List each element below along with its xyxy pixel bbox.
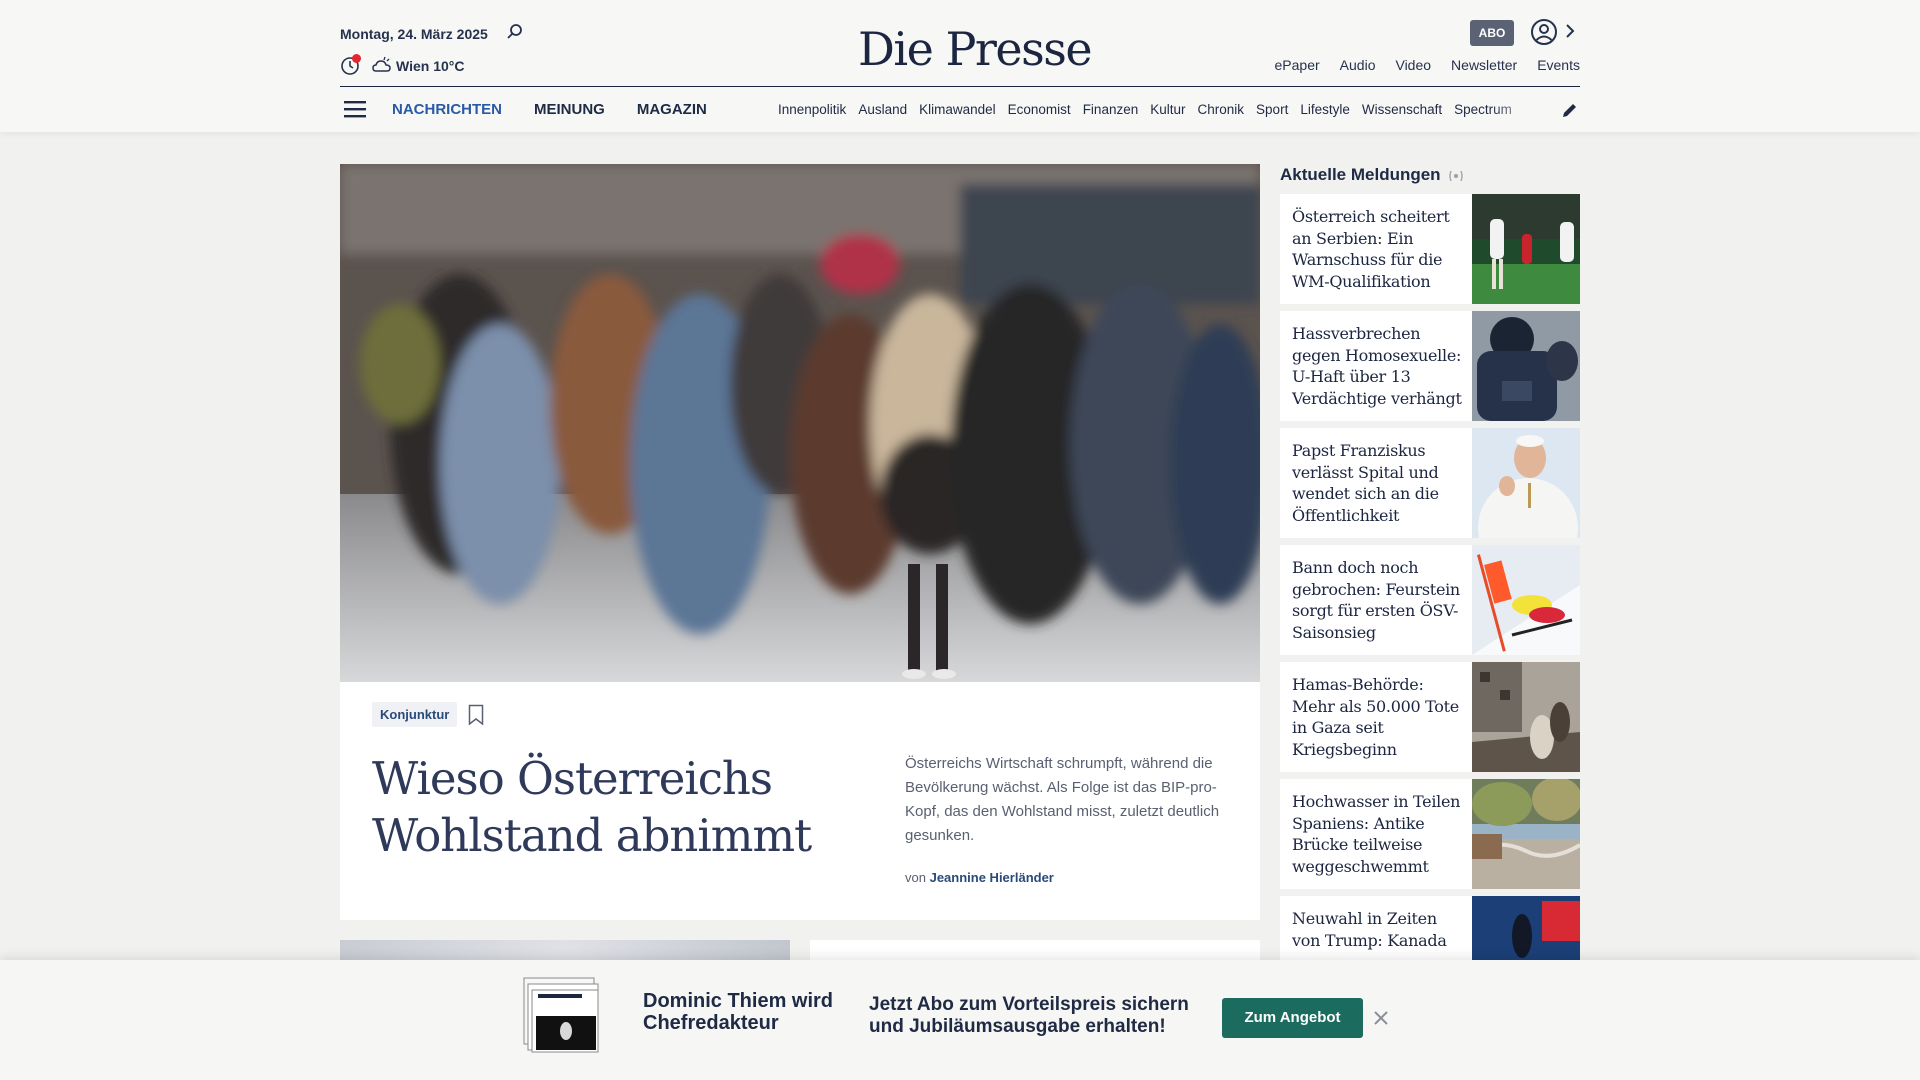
nav-kultur[interactable]: Kultur bbox=[1150, 102, 1185, 117]
news-item[interactable]: Papst Franziskus verlässt Spital und wen… bbox=[1280, 428, 1580, 538]
police-photo bbox=[1472, 311, 1580, 421]
byline: von Jeannine Hierländer bbox=[905, 870, 1054, 885]
current-date: Montag, 24. März 2025 bbox=[340, 26, 488, 42]
sub-navigation: Innenpolitik Ausland Klimawandel Economi… bbox=[778, 102, 1540, 117]
nav-finanzen[interactable]: Finanzen bbox=[1083, 102, 1139, 117]
news-headline[interactable]: Hochwasser in Teilen Spaniens: Antike Br… bbox=[1292, 791, 1468, 877]
nav-innenpolitik[interactable]: Innenpolitik bbox=[778, 102, 846, 117]
banner-offer-text: Jetzt Abo zum Vorteilspreis sichern und … bbox=[869, 994, 1189, 1037]
link-epaper[interactable]: ePaper bbox=[1275, 57, 1320, 73]
nav-economist[interactable]: Economist bbox=[1008, 102, 1071, 117]
search-icon[interactable] bbox=[506, 23, 524, 41]
link-events[interactable]: Events bbox=[1537, 57, 1580, 73]
hero-image[interactable] bbox=[340, 164, 1260, 682]
hero-headline[interactable]: Wieso Österreichs Wohlstand abnimmt bbox=[372, 750, 832, 864]
user-account-icon[interactable] bbox=[1530, 18, 1558, 46]
news-item[interactable]: Bann doch noch gebrochen: Feurstein sorg… bbox=[1280, 545, 1580, 655]
close-icon[interactable] bbox=[1373, 1010, 1389, 1026]
link-newsletter[interactable]: Newsletter bbox=[1451, 57, 1517, 73]
quick-links: ePaper Audio Video Newsletter Events bbox=[1275, 57, 1580, 73]
newspaper-icon bbox=[523, 977, 599, 1053]
site-logo[interactable]: Die Presse bbox=[858, 22, 1093, 76]
nav-lifestyle[interactable]: Lifestyle bbox=[1300, 102, 1350, 117]
ski-photo bbox=[1472, 545, 1580, 655]
hero-article-card[interactable]: Konjunktur Wieso Österreichs Wohlstand a… bbox=[340, 682, 1260, 920]
bookmark-icon[interactable] bbox=[468, 704, 484, 726]
news-headline[interactable]: Bann doch noch gebrochen: Feurstein sorg… bbox=[1292, 557, 1468, 643]
news-thumbnail[interactable] bbox=[1472, 545, 1580, 655]
news-headline[interactable]: Hamas-Behörde: Mehr als 50.000 Tote in G… bbox=[1292, 674, 1468, 760]
author-link[interactable]: Jeannine Hierländer bbox=[930, 870, 1054, 885]
news-item[interactable]: Hassverbrechen gegen Homosexuelle: U-Haf… bbox=[1280, 311, 1580, 421]
nav-meinung[interactable]: MEINUNG bbox=[534, 101, 605, 118]
news-thumbnail[interactable] bbox=[1472, 428, 1580, 538]
news-thumbnail[interactable] bbox=[1472, 662, 1580, 772]
nav-wissenschaft[interactable]: Wissenschaft bbox=[1362, 102, 1442, 117]
hamburger-menu-icon[interactable] bbox=[344, 100, 366, 118]
chevron-right-icon[interactable] bbox=[1564, 22, 1576, 40]
sidebar-title: Aktuelle Meldungen bbox=[1280, 165, 1441, 184]
hero-teaser: Österreichs Wirtschaft schrumpft, währen… bbox=[905, 755, 1220, 844]
nav-fade-overlay bbox=[1490, 96, 1544, 122]
nav-chronik[interactable]: Chronik bbox=[1198, 102, 1245, 117]
cloud-sun-icon bbox=[372, 56, 391, 72]
news-item[interactable]: Hochwasser in Teilen Spaniens: Antike Br… bbox=[1280, 779, 1580, 889]
pope-photo bbox=[1472, 428, 1580, 538]
news-headline[interactable]: Österreich scheitert an Serbien: Ein War… bbox=[1292, 206, 1468, 292]
link-audio[interactable]: Audio bbox=[1340, 57, 1376, 73]
banner-headline: Dominic Thiem wird Chefredakteur bbox=[643, 990, 834, 1034]
link-video[interactable]: Video bbox=[1395, 57, 1431, 73]
news-thumbnail[interactable] bbox=[1472, 194, 1580, 304]
nav-sport[interactable]: Sport bbox=[1256, 102, 1288, 117]
offer-button[interactable]: Zum Angebot bbox=[1222, 998, 1363, 1038]
news-thumbnail[interactable] bbox=[1472, 311, 1580, 421]
subscription-banner: Dominic Thiem wird Chefredakteur Jetzt A… bbox=[0, 960, 1920, 1080]
category-tag[interactable]: Konjunktur bbox=[372, 702, 458, 727]
notification-dot bbox=[352, 54, 361, 63]
flood-photo bbox=[1472, 779, 1580, 889]
news-headline[interactable]: Hassverbrechen gegen Homosexuelle: U-Haf… bbox=[1292, 323, 1468, 409]
byline-prefix: von bbox=[905, 870, 926, 885]
pencil-icon[interactable] bbox=[1561, 101, 1579, 119]
nav-ausland[interactable]: Ausland bbox=[858, 102, 907, 117]
live-broadcast-icon bbox=[1449, 170, 1463, 182]
news-item[interactable]: Hamas-Behörde: Mehr als 50.000 Tote in G… bbox=[1280, 662, 1580, 772]
abo-button[interactable]: ABO bbox=[1470, 20, 1514, 46]
nav-magazin[interactable]: MAGAZIN bbox=[637, 101, 707, 118]
news-thumbnail[interactable] bbox=[1472, 779, 1580, 889]
main-navigation: NACHRICHTEN MEINUNG MAGAZIN bbox=[392, 101, 707, 118]
gaza-photo bbox=[1472, 662, 1580, 772]
nav-klimawandel[interactable]: Klimawandel bbox=[919, 102, 996, 117]
football-photo bbox=[1472, 194, 1580, 304]
crowd-photo bbox=[340, 164, 1260, 682]
nav-nachrichten[interactable]: NACHRICHTEN bbox=[392, 101, 502, 118]
header-divider bbox=[340, 86, 1580, 87]
news-headline[interactable]: Neuwahl in Zeiten von Trump: Kanada bbox=[1292, 908, 1468, 951]
news-headline[interactable]: Papst Franziskus verlässt Spital und wen… bbox=[1292, 440, 1468, 526]
weather-label[interactable]: Wien 10°C bbox=[396, 58, 465, 74]
site-header: Montag, 24. März 2025 Wien 10°C Die Pres… bbox=[0, 0, 1920, 132]
news-item[interactable]: Österreich scheitert an Serbien: Ein War… bbox=[1280, 194, 1580, 304]
